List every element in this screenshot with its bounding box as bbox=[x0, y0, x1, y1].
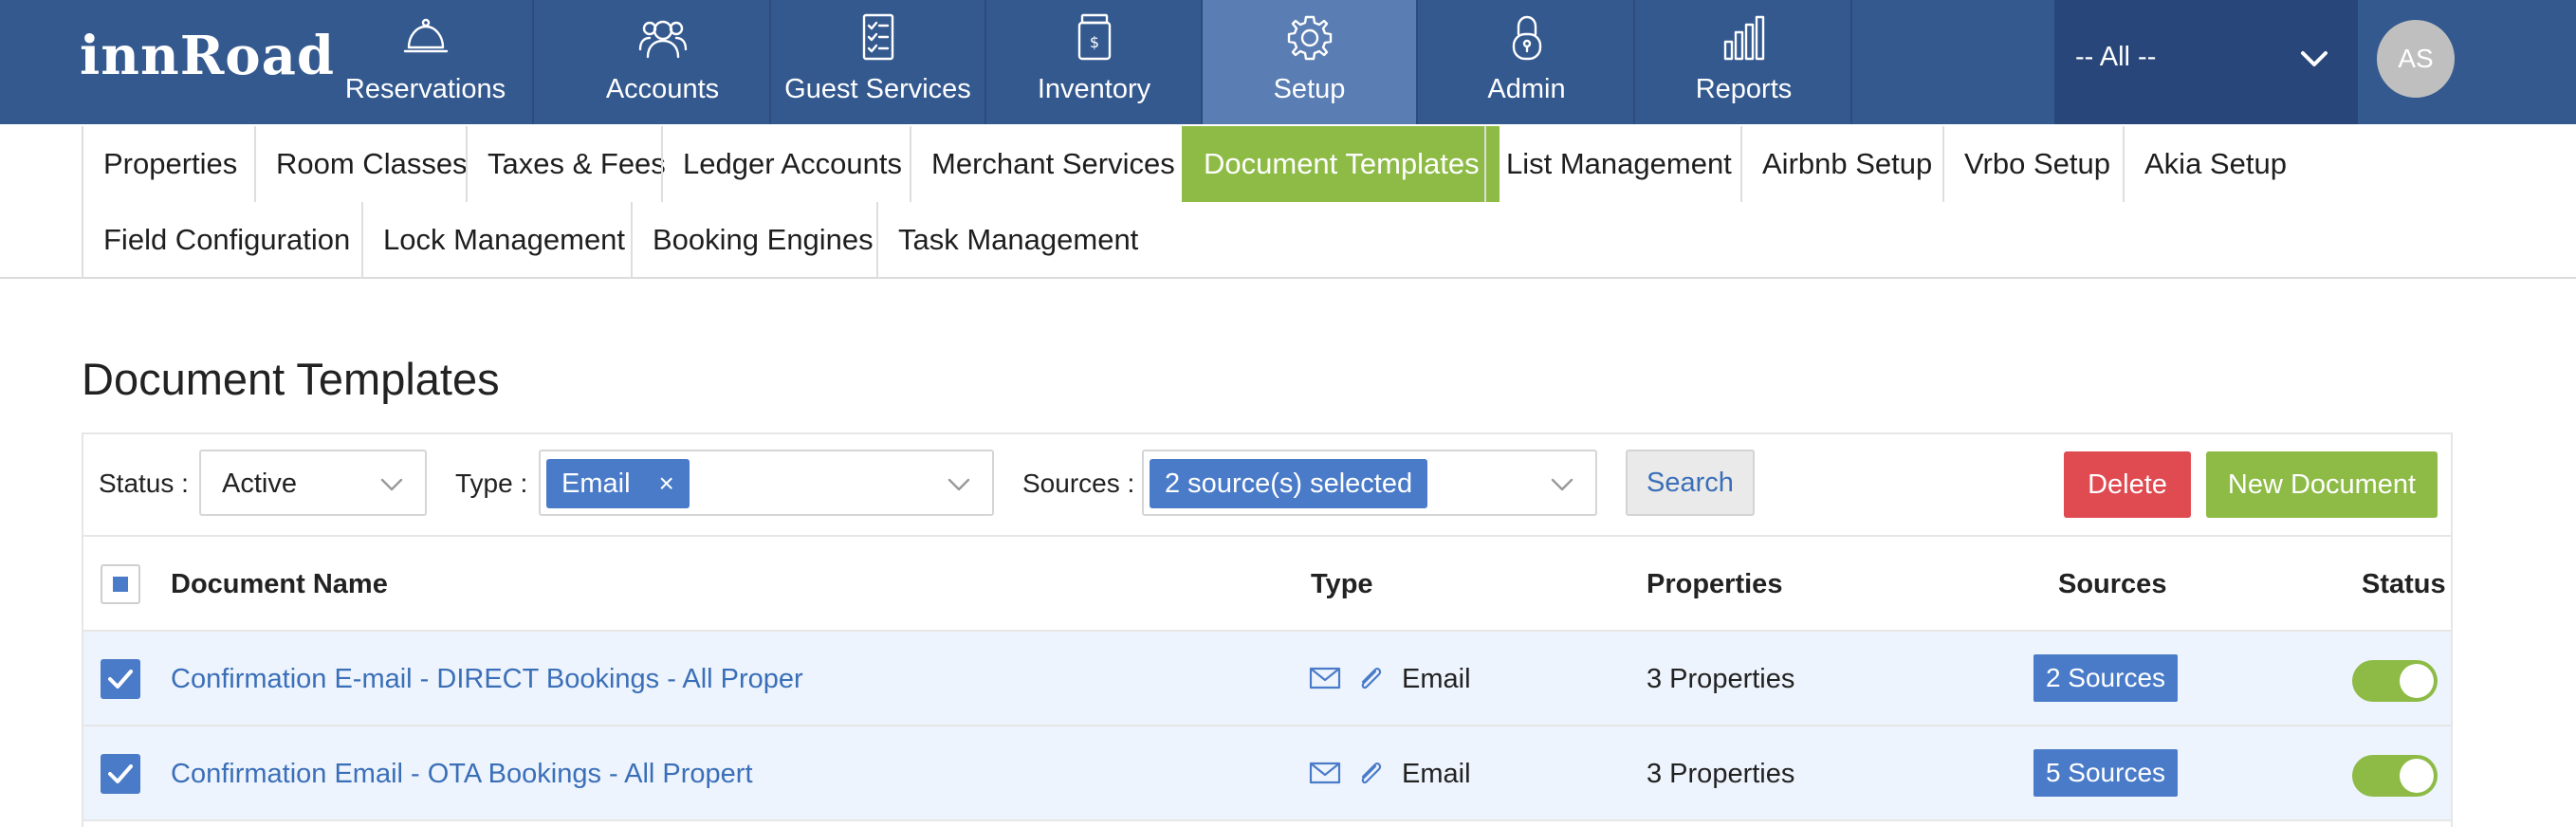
document-properties: 3 Properties bbox=[1647, 759, 1795, 789]
filter-bar: Status : Active Type : Email × Sources : … bbox=[83, 434, 2451, 537]
sources-chip: 2 source(s) selected bbox=[1150, 459, 1428, 508]
nav-item-accounts[interactable]: Accounts bbox=[556, 0, 771, 124]
subnav-item-taxes-fees[interactable]: Taxes & Fees bbox=[466, 126, 686, 202]
page-title: Document Templates bbox=[82, 354, 500, 404]
chevron-down-icon bbox=[1551, 478, 1573, 491]
table-header: Document Name Type Properties Sources St… bbox=[83, 537, 2451, 632]
checklist-icon bbox=[862, 13, 893, 61]
status-toggle[interactable] bbox=[2352, 755, 2438, 797]
type-filter-label: Type : bbox=[455, 469, 528, 498]
sources-badge[interactable]: 2 Sources bbox=[2033, 654, 2178, 702]
user-avatar[interactable]: AS bbox=[2377, 20, 2455, 98]
sources-filter-label: Sources : bbox=[1022, 469, 1135, 498]
bell-icon bbox=[403, 18, 448, 53]
chevron-down-icon bbox=[948, 478, 970, 491]
paperclip-icon bbox=[1361, 668, 1382, 689]
column-header-document-name[interactable]: Document Name bbox=[171, 569, 388, 600]
subnav-item-merchant-services[interactable]: Merchant Services bbox=[910, 126, 1195, 202]
innroad-logo[interactable]: innRoad bbox=[80, 25, 335, 87]
subnav-item-task-management[interactable]: Task Management bbox=[876, 202, 1158, 278]
search-button[interactable]: Search bbox=[1626, 450, 1755, 516]
sources-filter-select[interactable]: 2 source(s) selected bbox=[1142, 450, 1597, 516]
nav-item-guest-services[interactable]: Guest Services bbox=[771, 0, 986, 124]
toggle-knob bbox=[2400, 664, 2434, 698]
subnav-item-ledger-accounts[interactable]: Ledger Accounts bbox=[661, 126, 922, 202]
document-type: Email bbox=[1402, 759, 1471, 789]
subnav-item-lock-management[interactable]: Lock Management bbox=[361, 202, 645, 278]
jar-icon: $ bbox=[1077, 13, 1111, 61]
nav-item-reports[interactable]: Reports bbox=[1637, 0, 1852, 124]
subnav-item-booking-engines[interactable]: Booking Engines bbox=[631, 202, 893, 278]
checkmark-icon bbox=[108, 764, 133, 783]
nav-item-admin[interactable]: Admin bbox=[1420, 0, 1635, 124]
subnav-item-list-management[interactable]: List Management bbox=[1484, 126, 1752, 202]
lock-icon bbox=[1512, 15, 1541, 61]
nav-label: Reports bbox=[1695, 74, 1793, 104]
delete-button[interactable]: Delete bbox=[2064, 451, 2191, 518]
toggle-knob bbox=[2400, 759, 2434, 793]
sources-badge[interactable]: 5 Sources bbox=[2033, 749, 2178, 797]
table-row: Confirmation E-mail - DIRECT Bookings - … bbox=[83, 632, 2451, 726]
row-checkbox[interactable] bbox=[101, 754, 140, 794]
top-navigation-bar: innRoad Reservations Accounts Guest Serv… bbox=[0, 0, 2576, 124]
nav-item-setup[interactable]: Setup bbox=[1203, 0, 1418, 124]
document-properties: 3 Properties bbox=[1647, 664, 1795, 694]
bar-chart-icon bbox=[1723, 15, 1764, 61]
status-toggle[interactable] bbox=[2352, 660, 2438, 702]
paperclip-icon bbox=[1361, 763, 1382, 784]
partial-check-mark bbox=[113, 577, 128, 592]
chevron-down-icon bbox=[380, 478, 403, 491]
nav-label: Accounts bbox=[605, 74, 720, 104]
new-document-button[interactable]: New Document bbox=[2206, 451, 2438, 518]
type-chip-label: Email bbox=[561, 469, 631, 499]
users-icon bbox=[638, 20, 687, 59]
checkmark-icon bbox=[108, 670, 133, 689]
select-all-checkbox[interactable] bbox=[101, 564, 140, 604]
column-header-type[interactable]: Type bbox=[1311, 569, 1373, 600]
property-select[interactable]: -- All -- bbox=[2054, 0, 2358, 124]
column-header-status[interactable]: Status bbox=[2362, 569, 2446, 600]
setup-subnav: Properties Room Classes Taxes & Fees Led… bbox=[0, 124, 2576, 279]
subnav-item-document-templates[interactable]: Document Templates bbox=[1182, 126, 1500, 202]
nav-item-reservations[interactable]: Reservations bbox=[319, 0, 534, 124]
subnav-item-room-classes[interactable]: Room Classes bbox=[254, 126, 488, 202]
nav-label: Admin bbox=[1487, 74, 1566, 104]
envelope-icon bbox=[1309, 667, 1341, 689]
row-checkbox[interactable] bbox=[101, 659, 140, 699]
subnav-item-vrbo-setup[interactable]: Vrbo Setup bbox=[1942, 126, 2130, 202]
document-name-link[interactable]: Confirmation Email - OTA Bookings - All … bbox=[171, 759, 753, 790]
status-filter-label: Status : bbox=[99, 469, 189, 498]
envelope-icon bbox=[1309, 762, 1341, 784]
nav-item-inventory[interactable]: $ Inventory bbox=[987, 0, 1203, 124]
svg-text:$: $ bbox=[1089, 33, 1098, 51]
status-filter-select[interactable]: Active bbox=[199, 450, 427, 516]
nav-label: Setup bbox=[1273, 74, 1346, 104]
nav-label: Inventory bbox=[1037, 74, 1151, 104]
subnav-item-properties[interactable]: Properties bbox=[82, 126, 257, 202]
property-select-value: -- All -- bbox=[2075, 42, 2157, 72]
chevron-down-icon bbox=[2301, 51, 2328, 66]
type-filter-select[interactable]: Email × bbox=[539, 450, 994, 516]
document-templates-panel: Status : Active Type : Email × Sources : … bbox=[82, 432, 2453, 827]
column-header-sources[interactable]: Sources bbox=[2058, 569, 2166, 600]
subnav-item-field-configuration[interactable]: Field Configuration bbox=[82, 202, 370, 278]
chip-remove-icon[interactable]: × bbox=[659, 459, 674, 508]
document-name-link[interactable]: Confirmation E-mail - DIRECT Bookings - … bbox=[171, 664, 803, 695]
document-type: Email bbox=[1402, 664, 1471, 694]
nav-label: Guest Services bbox=[784, 74, 971, 104]
subnav-item-akia-setup[interactable]: Akia Setup bbox=[2123, 126, 2307, 202]
gear-icon bbox=[1287, 15, 1332, 61]
table-row: Confirmation Email - OTA Bookings - All … bbox=[83, 726, 2451, 821]
type-chip-email: Email × bbox=[546, 459, 690, 508]
status-filter-value: Active bbox=[222, 469, 297, 499]
column-header-properties[interactable]: Properties bbox=[1647, 569, 1782, 600]
nav-label: Reservations bbox=[344, 74, 506, 104]
subnav-item-airbnb-setup[interactable]: Airbnb Setup bbox=[1740, 126, 1952, 202]
